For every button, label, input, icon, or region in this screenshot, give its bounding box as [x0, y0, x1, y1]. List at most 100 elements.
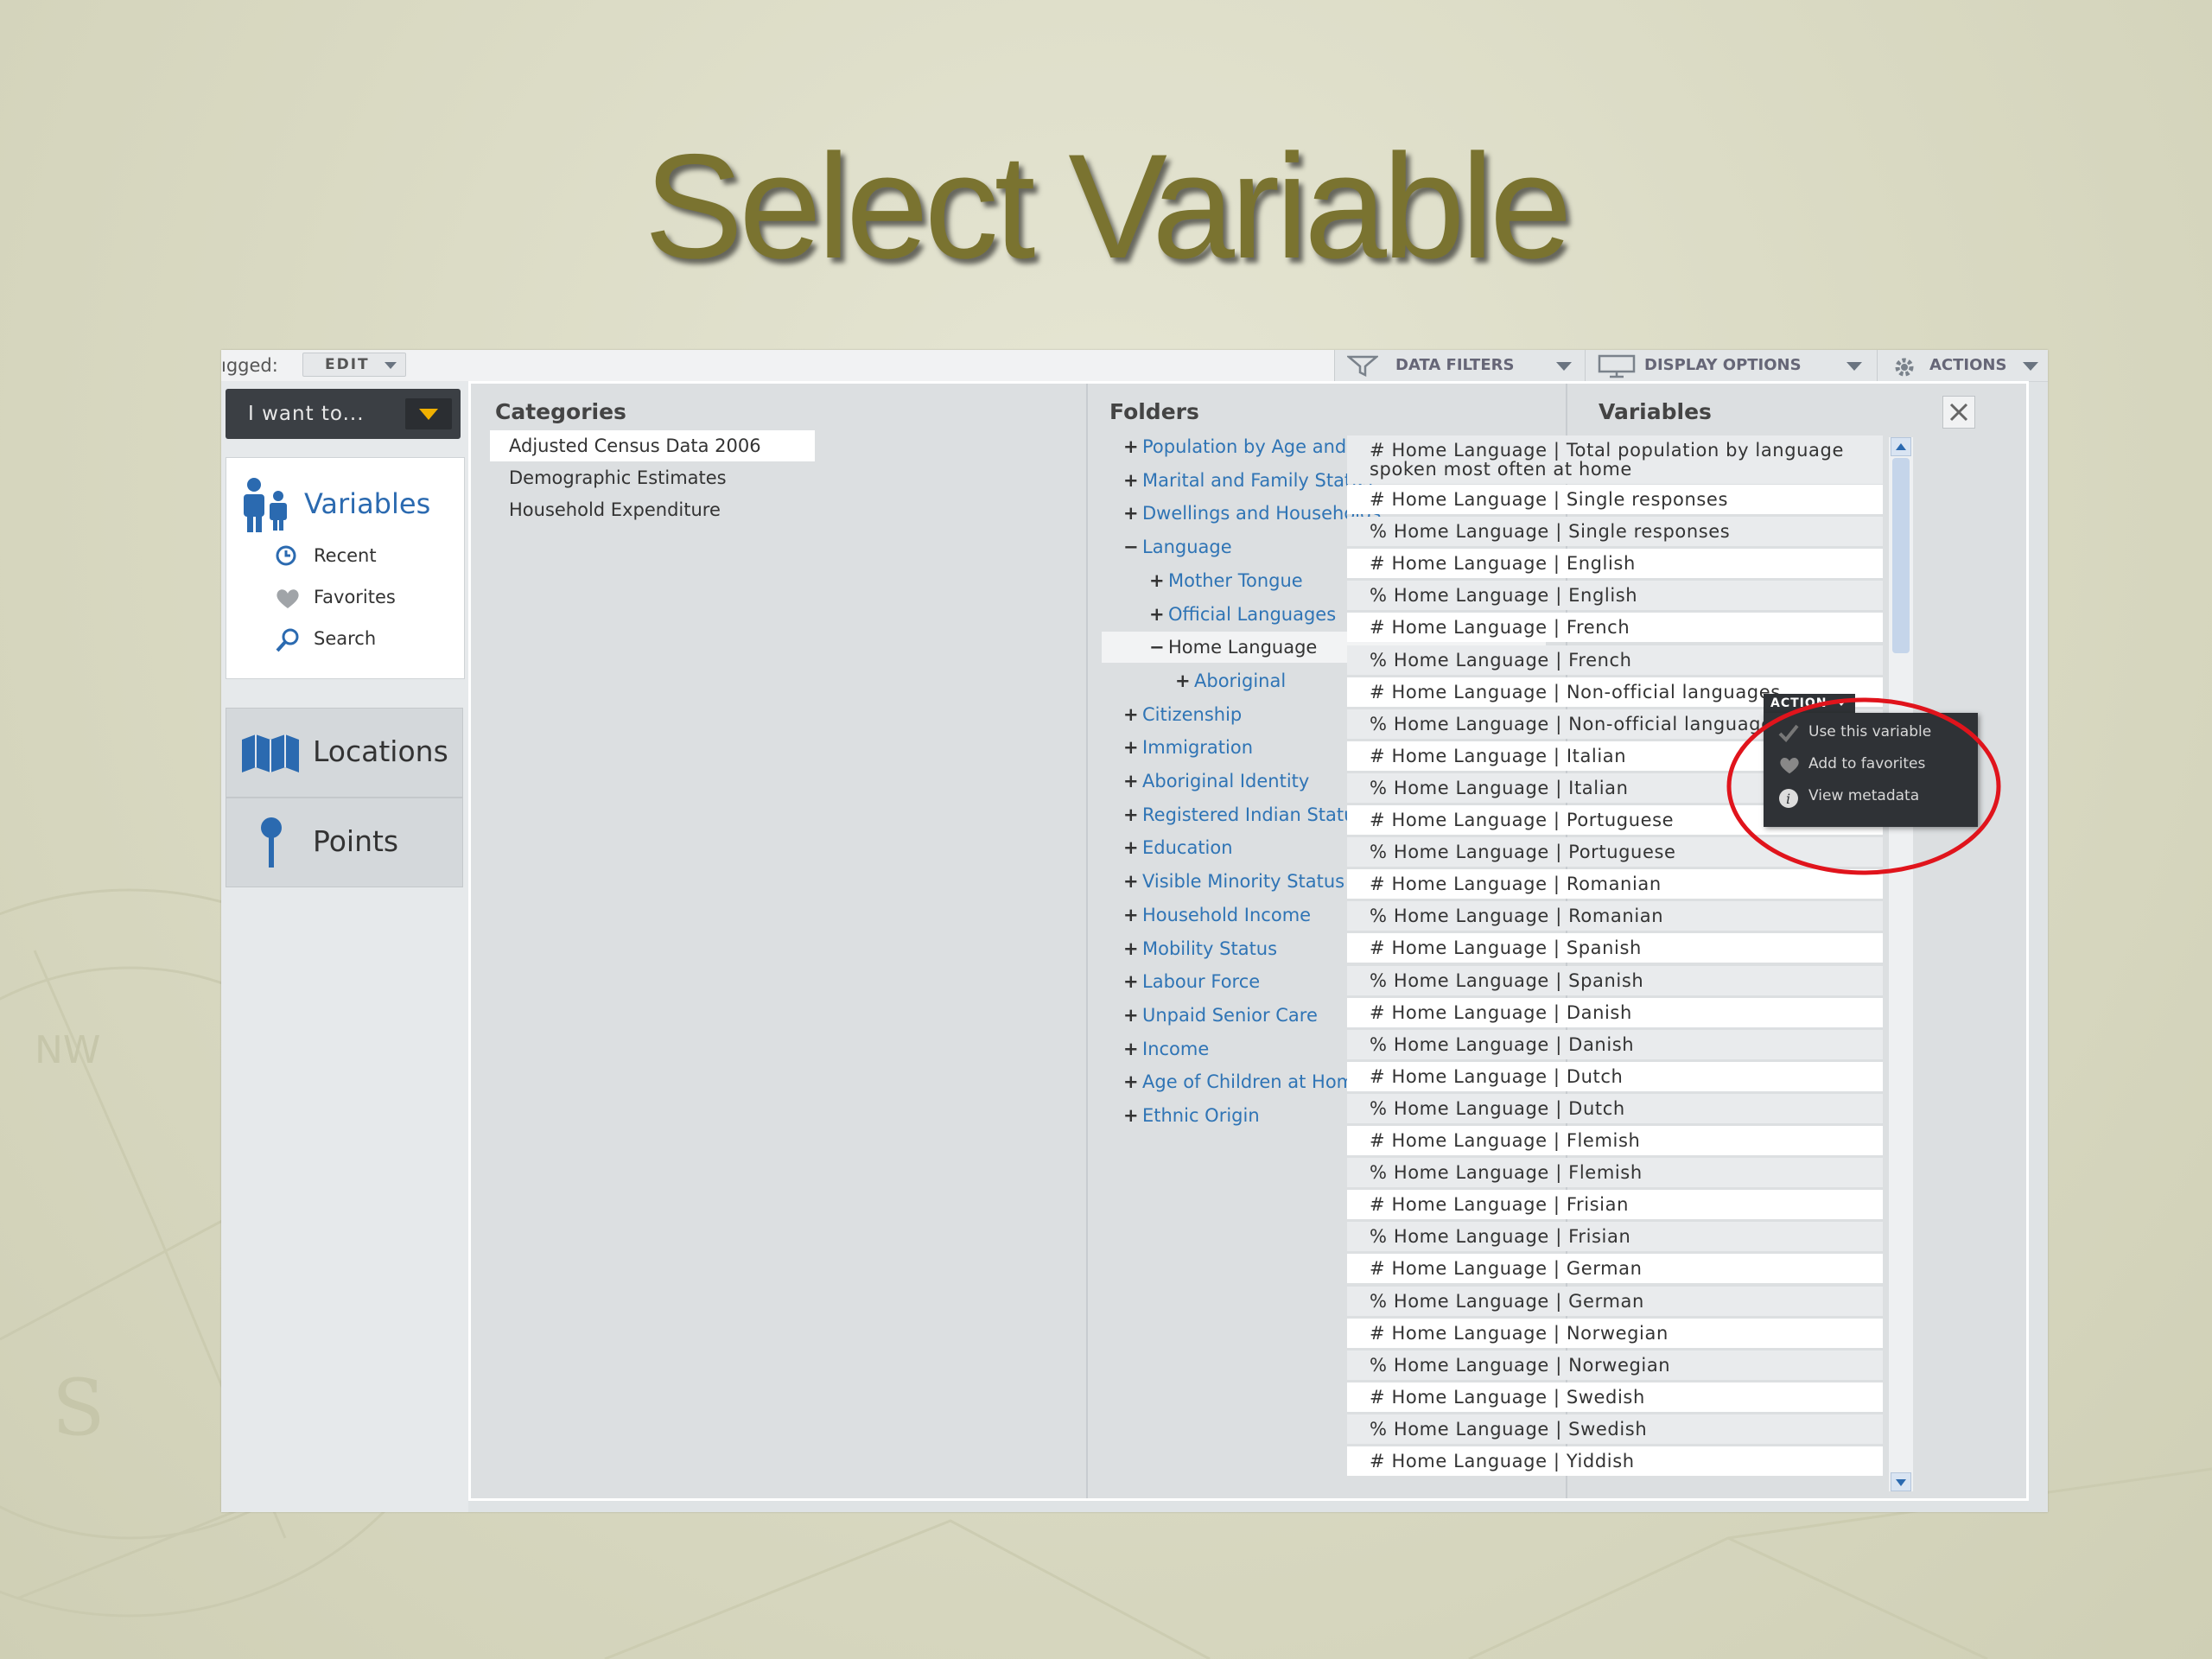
folder-item[interactable]: + Dwellings and Households: [1123, 498, 1381, 529]
variable-row[interactable]: % Home Language | Spanish: [1347, 965, 1883, 995]
variable-row[interactable]: # Home Language | Norwegian: [1347, 1318, 1883, 1348]
variable-row[interactable]: % Home Language | German: [1347, 1286, 1883, 1316]
expand-icon[interactable]: +: [1123, 465, 1142, 496]
scroll-down-button[interactable]: [1891, 1472, 1911, 1491]
search-icon: [276, 628, 299, 652]
expand-icon[interactable]: +: [1123, 799, 1142, 830]
edit-label: EDIT: [325, 356, 370, 373]
favorites-link[interactable]: Favorites: [314, 587, 396, 607]
variable-row[interactable]: # Home Language | French: [1347, 613, 1883, 643]
expand-icon[interactable]: +: [1123, 1066, 1142, 1097]
expand-icon[interactable]: +: [1123, 1100, 1142, 1131]
recent-link[interactable]: Recent: [314, 545, 377, 566]
folder-label: Income: [1142, 1038, 1210, 1059]
folder-label: Mother Tongue: [1168, 569, 1303, 591]
category-item[interactable]: Household Expenditure: [490, 494, 815, 525]
edit-button[interactable]: EDIT: [302, 353, 406, 377]
close-button[interactable]: [1942, 396, 1975, 429]
folder-item[interactable]: + Labour Force: [1123, 966, 1260, 997]
expand-icon[interactable]: +: [1123, 732, 1142, 763]
expand-icon[interactable]: +: [1123, 866, 1142, 897]
variable-row[interactable]: # Home Language | English: [1347, 549, 1883, 579]
folder-label: Mobility Status: [1142, 938, 1278, 959]
folder-item[interactable]: + Mobility Status: [1123, 933, 1277, 964]
folder-item[interactable]: + Marital and Family Status: [1123, 465, 1372, 496]
variable-row[interactable]: # Home Language | Yiddish: [1347, 1446, 1883, 1476]
variable-row[interactable]: # Home Language | Single responses: [1347, 485, 1883, 514]
variable-row[interactable]: % Home Language | Frisian: [1347, 1222, 1883, 1252]
folder-item[interactable]: + Official Languages: [1149, 599, 1336, 630]
folder-item[interactable]: + Population by Age and Sex: [1123, 431, 1385, 462]
variable-row[interactable]: % Home Language | Romanian: [1347, 901, 1883, 931]
search-link[interactable]: Search: [314, 628, 376, 649]
folder-label: Aboriginal: [1194, 670, 1287, 691]
expand-icon[interactable]: +: [1123, 1033, 1142, 1065]
variable-row[interactable]: # Home Language | Frisian: [1347, 1190, 1883, 1220]
variable-row[interactable]: # Home Language | German: [1347, 1254, 1883, 1284]
column-divider: [1086, 384, 1088, 1498]
collapse-icon[interactable]: −: [1123, 531, 1142, 563]
folder-item[interactable]: + Citizenship: [1123, 699, 1242, 730]
folder-item[interactable]: + Income: [1123, 1033, 1209, 1065]
scroll-up-button[interactable]: [1891, 437, 1911, 456]
actions-label: ACTIONS: [1929, 356, 2007, 374]
folder-item[interactable]: + Registered Indian Status: [1123, 799, 1364, 830]
select-variable-dialog: Categories Folders Variables Adjusted Ce…: [468, 381, 2029, 1501]
category-item[interactable]: Demographic Estimates: [490, 462, 815, 493]
expand-icon[interactable]: +: [1175, 665, 1194, 696]
app-screenshot: ıgged: EDIT DATA FILTERS DISPLAY OPTIONS…: [221, 350, 2048, 1512]
folder-item[interactable]: + Ethnic Origin: [1123, 1100, 1260, 1131]
expand-icon[interactable]: +: [1149, 599, 1168, 630]
points-button[interactable]: Points: [226, 798, 463, 887]
expand-icon[interactable]: +: [1123, 431, 1142, 462]
folder-item[interactable]: + Aboriginal Identity: [1123, 766, 1309, 797]
expand-icon[interactable]: +: [1123, 933, 1142, 964]
actions-button[interactable]: ACTIONS: [1877, 350, 2048, 381]
variable-row[interactable]: # Home Language | Swedish: [1347, 1382, 1883, 1412]
expand-icon[interactable]: +: [1149, 565, 1168, 596]
folder-item[interactable]: + Visible Minority Status: [1123, 866, 1344, 897]
expand-icon[interactable]: +: [1123, 766, 1142, 797]
folder-item[interactable]: + Immigration: [1123, 732, 1253, 763]
folder-item[interactable]: + Education: [1123, 832, 1233, 863]
variable-row[interactable]: # Home Language | Flemish: [1347, 1126, 1883, 1155]
variable-row[interactable]: % Home Language | Swedish: [1347, 1414, 1883, 1444]
variable-row[interactable]: % Home Language | Flemish: [1347, 1158, 1883, 1188]
expand-icon[interactable]: +: [1123, 899, 1142, 931]
folder-label: Language: [1142, 537, 1232, 558]
variable-row[interactable]: # Home Language | Dutch: [1347, 1061, 1883, 1091]
variable-row[interactable]: % Home Language | French: [1347, 645, 1883, 675]
folder-item[interactable]: + Household Income: [1123, 899, 1311, 931]
expand-icon[interactable]: +: [1123, 1000, 1142, 1031]
locations-button[interactable]: Locations: [226, 708, 463, 798]
folder-label: Official Languages: [1168, 603, 1337, 625]
folder-item[interactable]: − Language: [1123, 531, 1232, 563]
variable-row[interactable]: % Home Language | Danish: [1347, 1029, 1883, 1059]
variable-row[interactable]: % Home Language | Single responses: [1347, 517, 1883, 547]
variable-row[interactable]: # Home Language | Spanish: [1347, 933, 1883, 963]
variable-row[interactable]: # Home Language | Total population by la…: [1347, 435, 1883, 484]
folder-item[interactable]: + Age of Children at Home: [1123, 1066, 1365, 1097]
expand-icon[interactable]: +: [1123, 832, 1142, 863]
variable-row[interactable]: % Home Language | Dutch: [1347, 1093, 1883, 1123]
variables-scrollbar[interactable]: [1889, 437, 1913, 1491]
variable-row[interactable]: % Home Language | English: [1347, 581, 1883, 611]
data-filters-button[interactable]: DATA FILTERS: [1334, 350, 1585, 381]
expand-icon[interactable]: +: [1123, 498, 1142, 529]
folder-item[interactable]: + Unpaid Senior Care: [1123, 1000, 1318, 1031]
variables-panel: Variables Recent Favorites Search: [226, 457, 465, 679]
top-toolbar: ıgged: EDIT DATA FILTERS DISPLAY OPTIONS…: [221, 350, 2048, 382]
variables-heading[interactable]: Variables: [304, 487, 430, 520]
scroll-thumb[interactable]: [1892, 458, 1910, 653]
i-want-to-button[interactable]: I want to...: [226, 389, 461, 439]
variable-row[interactable]: # Home Language | Danish: [1347, 997, 1883, 1027]
expand-icon[interactable]: +: [1123, 966, 1142, 997]
display-options-button[interactable]: DISPLAY OPTIONS: [1585, 350, 1877, 381]
collapse-icon[interactable]: −: [1149, 632, 1168, 663]
variable-row[interactable]: % Home Language | Norwegian: [1347, 1350, 1883, 1380]
chevron-down-icon: [1847, 362, 1862, 371]
folder-item[interactable]: + Mother Tongue: [1149, 565, 1303, 596]
folder-item[interactable]: + Aboriginal: [1175, 665, 1286, 696]
category-item[interactable]: Adjusted Census Data 2006: [490, 430, 815, 461]
expand-icon[interactable]: +: [1123, 699, 1142, 730]
